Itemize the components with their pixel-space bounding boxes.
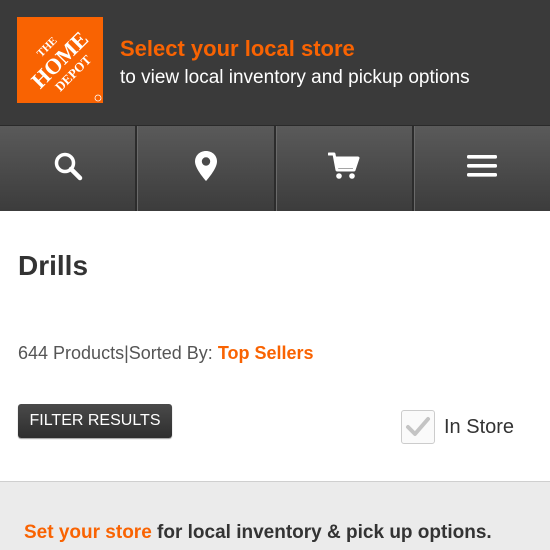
set-store-banner: Set your store for local inventory & pic… <box>0 481 550 550</box>
product-count: 644 Products <box>18 343 125 363</box>
listing-header: Drills 644 Products|Sorted By: Top Selle… <box>0 211 550 481</box>
results-meta: 644 Products|Sorted By: Top Sellers <box>18 343 314 364</box>
cart-button[interactable] <box>275 126 414 211</box>
set-store-link[interactable]: Set your store <box>24 522 152 543</box>
filter-results-button[interactable]: FILTER RESULTS <box>18 404 172 438</box>
search-button[interactable] <box>0 126 138 211</box>
location-pin-icon <box>194 150 218 187</box>
banner-message: Set your store for local inventory & pic… <box>24 522 492 544</box>
store-subtitle: to view local inventory and pickup optio… <box>120 67 470 88</box>
store-locator-button[interactable] <box>137 126 276 211</box>
cart-icon <box>327 151 360 186</box>
in-store-checkbox[interactable] <box>401 410 435 444</box>
select-store-link[interactable]: Select your local store <box>120 36 355 62</box>
page-title: Drills <box>18 250 89 281</box>
menu-button[interactable] <box>413 126 550 211</box>
nav-bar <box>0 125 550 211</box>
search-icon <box>52 150 84 187</box>
checkmark-icon <box>406 417 430 436</box>
site-header: THE HOME DEPOT Select your local store t… <box>0 0 550 125</box>
sort-dropdown[interactable]: Top Sellers <box>218 343 314 363</box>
sorted-by-label: Sorted By: <box>128 343 218 363</box>
in-store-toggle[interactable]: In Store <box>401 410 514 444</box>
banner-rest-text: for local inventory & pick up options. <box>151 522 492 543</box>
menu-icon <box>466 153 498 184</box>
in-store-label: In Store <box>444 415 515 438</box>
home-depot-logo[interactable]: THE HOME DEPOT <box>17 17 103 103</box>
